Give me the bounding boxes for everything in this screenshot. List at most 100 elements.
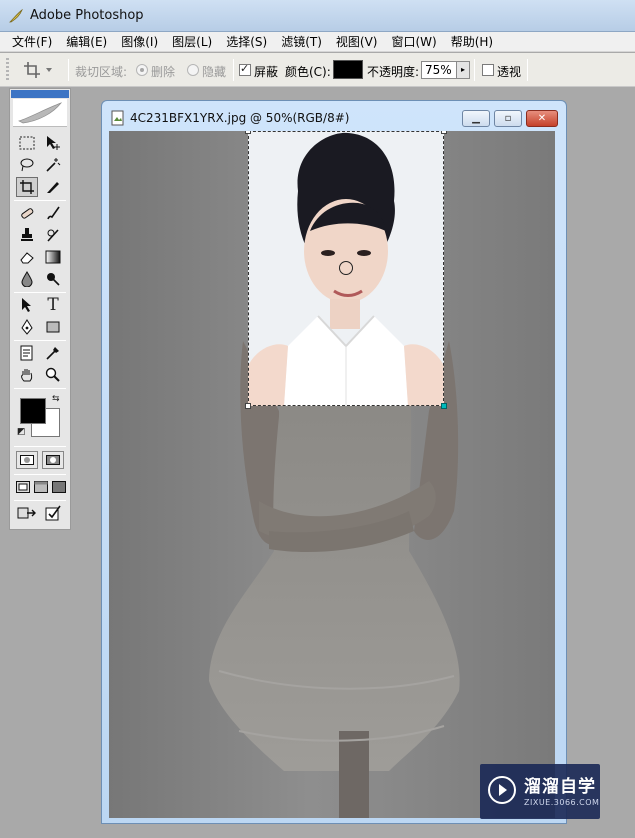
toolbox-header[interactable] xyxy=(11,90,69,98)
play-logo-icon xyxy=(488,776,516,804)
tool-options-bar: 裁切区域: 删除 隐藏 屏蔽 颜色(C): 不透明度: 透视 xyxy=(0,53,635,87)
app-title-bar: Adobe Photoshop xyxy=(0,0,635,32)
perspective-label: 透视 xyxy=(497,65,522,79)
full-screen-mode-icon[interactable] xyxy=(50,477,68,497)
default-colors-icon[interactable]: ◩ xyxy=(17,427,26,437)
app-title: Adobe Photoshop xyxy=(30,8,144,23)
crop-tool-icon[interactable] xyxy=(16,177,38,197)
options-grip[interactable] xyxy=(6,58,9,82)
crop-handle-bottom-right[interactable] xyxy=(441,403,447,409)
crop-icon xyxy=(24,62,40,78)
zoom-tool-icon[interactable] xyxy=(42,365,64,385)
maximize-icon: ▫ xyxy=(504,113,512,124)
options-separator xyxy=(474,59,475,81)
toolbox-logo[interactable] xyxy=(13,99,67,127)
history-brush-tool-icon[interactable] xyxy=(42,225,64,245)
menu-filter[interactable]: 滤镜(T) xyxy=(281,33,322,50)
watermark-url: ZIXUE.3066.COM xyxy=(524,798,600,807)
shield-checkbox[interactable] xyxy=(239,62,251,76)
clone-stamp-tool-icon[interactable] xyxy=(16,225,38,245)
menu-window[interactable]: 窗口(W) xyxy=(391,33,436,50)
toolbox-separator xyxy=(14,446,66,447)
move-tool-icon[interactable] xyxy=(42,133,64,153)
close-button[interactable]: ✕ xyxy=(526,110,558,127)
opacity-slider-arrow-icon[interactable]: ▸ xyxy=(457,61,470,79)
gradient-tool-icon[interactable] xyxy=(42,247,64,267)
standard-mode-button[interactable] xyxy=(16,451,38,469)
minimize-button[interactable]: ▁ xyxy=(462,110,490,127)
menu-file[interactable]: 文件(F) xyxy=(12,33,52,50)
lasso-tool-icon[interactable] xyxy=(16,155,38,175)
toolbox-separator xyxy=(14,340,66,341)
tool-preset-picker[interactable] xyxy=(22,59,66,81)
brush-tool-icon[interactable] xyxy=(42,203,64,223)
minimize-icon: ▁ xyxy=(472,113,480,124)
quick-mask-icon xyxy=(46,455,60,465)
swap-colors-icon[interactable]: ⇆ xyxy=(52,394,60,404)
path-selection-tool-icon[interactable] xyxy=(16,295,38,315)
rectangle-tool-icon[interactable] xyxy=(42,317,64,337)
document-icon xyxy=(111,110,124,126)
opacity-input[interactable]: 75% xyxy=(421,61,457,79)
chevron-down-icon xyxy=(46,68,52,72)
jump-to-imageready-icon[interactable] xyxy=(16,503,38,523)
menu-bar: 文件(F) 编辑(E) 图像(I) 图层(L) 选择(S) 滤镜(T) 视图(V… xyxy=(0,32,635,52)
crop-handle-top-left[interactable] xyxy=(245,131,251,134)
maximize-button[interactable]: ▫ xyxy=(494,110,522,127)
full-screen-menu-mode-icon[interactable] xyxy=(32,477,50,497)
options-separator xyxy=(233,59,234,81)
color-label: 颜色(C): xyxy=(285,65,331,79)
watermark-name: 溜溜自学 xyxy=(524,777,596,797)
eraser-tool-icon[interactable] xyxy=(16,247,38,267)
hand-tool-icon[interactable] xyxy=(16,365,38,385)
toolbox-separator xyxy=(14,200,66,201)
menu-edit[interactable]: 编辑(E) xyxy=(66,33,107,50)
toolbox: T ⇆ ◩ xyxy=(9,88,71,530)
healing-brush-tool-icon[interactable] xyxy=(16,203,38,223)
photoshop-feather-icon xyxy=(9,8,23,23)
shield-color-swatch[interactable] xyxy=(333,60,363,79)
pen-tool-icon[interactable] xyxy=(16,317,38,337)
standard-mode-icon xyxy=(20,455,34,465)
standard-screen-mode-icon[interactable] xyxy=(14,477,32,497)
toolbox-separator xyxy=(14,292,66,293)
magic-wand-tool-icon[interactable] xyxy=(42,155,64,175)
document-title: 4C231BFX1YRX.jpg @ 50%(RGB/8#) xyxy=(130,111,350,125)
options-separator xyxy=(527,59,528,81)
toolbox-separator xyxy=(14,474,66,475)
slice-tool-icon[interactable] xyxy=(42,177,64,197)
options-separator xyxy=(68,59,69,81)
crop-handle-top-right[interactable] xyxy=(441,131,447,134)
delete-radio[interactable] xyxy=(136,64,148,76)
quick-mask-mode-button[interactable] xyxy=(42,451,64,469)
eyedropper-tool-icon[interactable] xyxy=(42,343,64,363)
menu-select[interactable]: 选择(S) xyxy=(226,33,267,50)
shield-label: 屏蔽 xyxy=(254,65,279,79)
marquee-tool-icon[interactable] xyxy=(16,133,38,153)
opacity-label: 不透明度: xyxy=(367,65,420,79)
perspective-checkbox[interactable] xyxy=(482,64,494,76)
image-canvas[interactable] xyxy=(109,131,555,818)
toolbox-separator xyxy=(14,388,66,389)
blur-tool-icon[interactable] xyxy=(16,269,38,289)
menu-view[interactable]: 视图(V) xyxy=(336,33,378,50)
notes-tool-icon[interactable] xyxy=(16,343,38,363)
imageready-logo-icon[interactable] xyxy=(42,503,64,523)
document-window: 4C231BFX1YRX.jpg @ 50%(RGB/8#) ▁ ▫ ✕ xyxy=(101,100,567,824)
watermark-logo: 溜溜自学 ZIXUE.3066.COM xyxy=(480,764,600,819)
hide-radio[interactable] xyxy=(187,64,199,76)
crop-center-point-icon[interactable] xyxy=(339,261,353,275)
toolbox-separator xyxy=(14,500,66,501)
delete-label: 删除 xyxy=(151,65,176,79)
crop-area-label: 裁切区域: xyxy=(75,65,128,79)
close-icon: ✕ xyxy=(537,113,547,124)
menu-help[interactable]: 帮助(H) xyxy=(451,33,493,50)
menu-image[interactable]: 图像(I) xyxy=(121,33,158,50)
crop-handle-bottom-left[interactable] xyxy=(245,403,251,409)
foreground-color-swatch[interactable] xyxy=(20,398,46,424)
hide-label: 隐藏 xyxy=(202,65,227,79)
feather-icon xyxy=(18,102,63,124)
menu-layer[interactable]: 图层(L) xyxy=(172,33,212,50)
type-tool-icon[interactable]: T xyxy=(42,295,64,315)
dodge-tool-icon[interactable] xyxy=(42,269,64,289)
